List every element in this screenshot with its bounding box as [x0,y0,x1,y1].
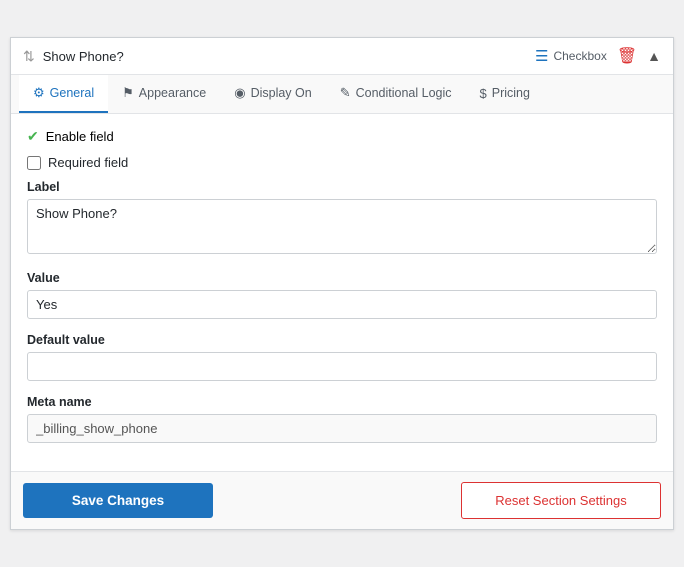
enable-field-label: Enable field [46,129,114,144]
meta-name-input[interactable] [27,414,657,443]
meta-name-field-group: Meta name [27,395,657,443]
enable-checkmark: ✔ [27,128,39,145]
reset-button[interactable]: Reset Section Settings [461,482,661,519]
field-panel: ⇅ Show Phone? ☰ Checkbox 🗑 ▲ ⚙ General ⚑… [10,37,674,530]
required-field-label: Required field [48,155,128,170]
default-value-input[interactable] [27,352,657,381]
required-field-checkbox[interactable] [27,156,41,170]
tab-conditional-logic-label: Conditional Logic [356,86,452,100]
label-field-group: Label Show Phone? [27,180,657,257]
field-type-badge: ☰ Checkbox [535,47,607,65]
header-right: ☰ Checkbox 🗑 ▲ [535,46,661,66]
tab-general-label: General [50,86,94,100]
enable-field-row: ✔ Enable field [27,128,657,145]
label-field-label: Label [27,180,657,194]
tab-pricing-label: Pricing [492,86,530,100]
tab-appearance[interactable]: ⚑ Appearance [108,75,220,113]
header-left: ⇅ Show Phone? [23,48,124,65]
delete-icon[interactable]: 🗑 [617,46,637,66]
default-value-field-group: Default value [27,333,657,381]
label-textarea[interactable]: Show Phone? [27,199,657,254]
value-input[interactable] [27,290,657,319]
meta-name-label: Meta name [27,395,657,409]
field-title: Show Phone? [43,49,124,64]
general-icon: ⚙ [33,85,45,101]
display-on-icon: ◉ [234,85,245,101]
tab-appearance-label: Appearance [139,86,206,100]
tab-display-on[interactable]: ◉ Display On [220,75,325,113]
field-type-label: Checkbox [553,49,606,63]
tab-display-on-label: Display On [251,86,312,100]
value-field-label: Value [27,271,657,285]
tab-general[interactable]: ⚙ General [19,75,108,113]
collapse-icon[interactable]: ▲ [647,48,661,64]
drag-icon[interactable]: ⇅ [23,48,35,65]
appearance-icon: ⚑ [122,85,134,101]
required-field-row: Required field [27,155,657,170]
value-field-group: Value [27,271,657,319]
panel-footer: Save Changes Reset Section Settings [11,471,673,529]
tab-bar: ⚙ General ⚑ Appearance ◉ Display On ✎ Co… [11,75,673,114]
conditional-logic-icon: ✎ [340,85,351,101]
list-icon: ☰ [535,47,548,65]
panel-header: ⇅ Show Phone? ☰ Checkbox 🗑 ▲ [11,38,673,75]
tab-content: ✔ Enable field Required field Label Show… [11,114,673,471]
pricing-icon: $ [480,86,487,101]
save-button[interactable]: Save Changes [23,483,213,518]
default-value-label: Default value [27,333,657,347]
tab-pricing[interactable]: $ Pricing [466,76,544,113]
tab-conditional-logic[interactable]: ✎ Conditional Logic [326,75,466,113]
